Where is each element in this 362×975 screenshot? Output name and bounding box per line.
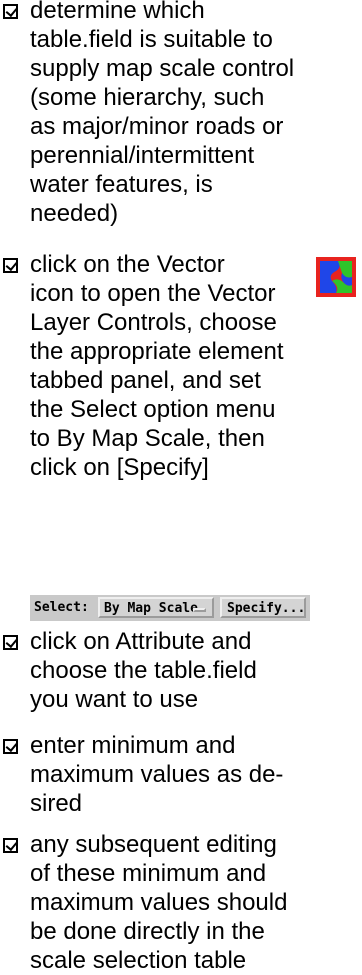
checkbox-checked-icon bbox=[3, 4, 18, 19]
checkbox-checked-icon bbox=[3, 838, 18, 853]
select-label: Select: bbox=[34, 600, 89, 615]
checkbox-checked-icon bbox=[3, 739, 18, 754]
item-text: click on Attribute and choose the table.… bbox=[30, 628, 257, 713]
item-text: click on the Vector icon to open the Vec… bbox=[30, 251, 284, 481]
select-option-menu[interactable]: By Map Scale bbox=[98, 597, 214, 618]
specify-button-label: Specify... bbox=[227, 601, 306, 616]
item-text: enter minimum and maximum values as de- … bbox=[30, 732, 284, 817]
item-text: determine which table.field is suitable … bbox=[30, 0, 295, 227]
checkbox-checked-icon bbox=[3, 635, 18, 650]
specify-button[interactable]: Specify... bbox=[220, 597, 306, 618]
item-text: any subsequent editing of these minimum … bbox=[30, 831, 288, 974]
select-option-bar: Select: By Map Scale Specify... bbox=[30, 595, 310, 621]
checkbox-checked-icon bbox=[3, 258, 18, 273]
option-menu-indicator-icon bbox=[193, 608, 206, 612]
select-menu-value: By Map Scale bbox=[104, 601, 198, 616]
vector-layer-icon[interactable] bbox=[316, 257, 356, 297]
